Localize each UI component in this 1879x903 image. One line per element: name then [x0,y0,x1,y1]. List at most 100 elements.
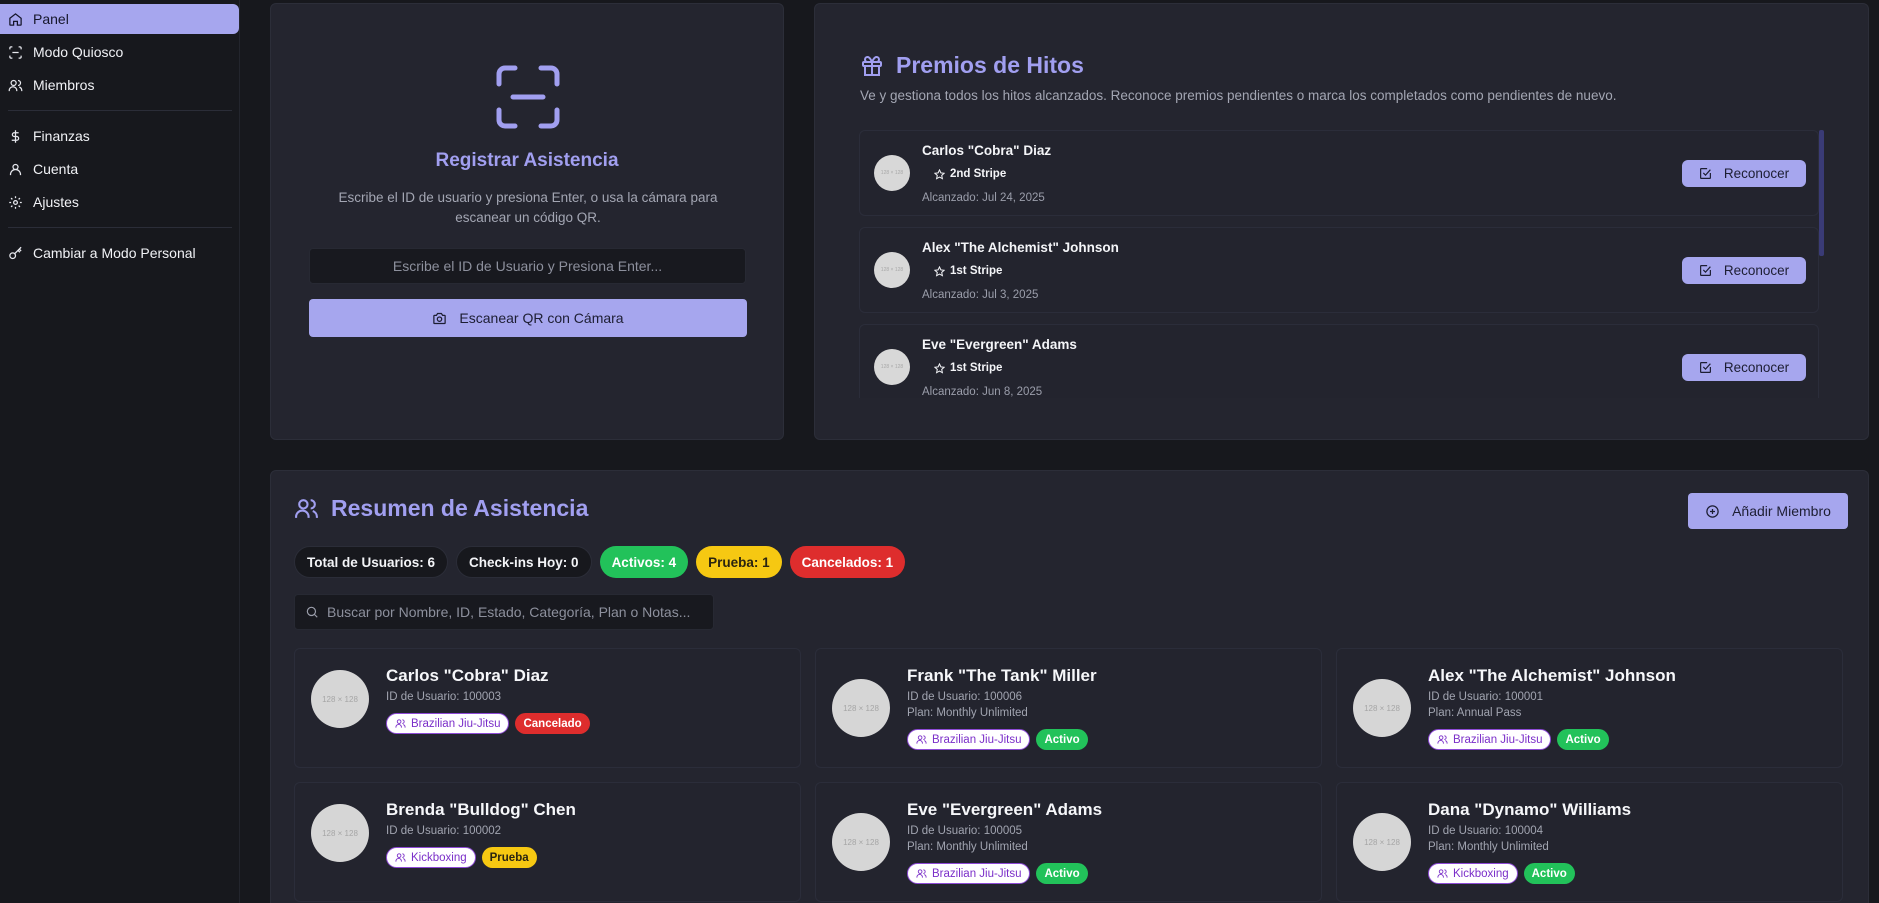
sidebar-item-switch-personal[interactable]: Cambiar a Modo Personal [0,238,239,268]
avatar: 128 × 128 [311,804,369,862]
milestone-row: 128 × 128 Alex "The Alchemist" Johnson 1… [859,227,1819,313]
checkins-today-badge: Check-ins Hoy: 0 [456,546,592,578]
checkbox-icon [1699,265,1711,276]
home-icon [9,12,22,26]
sidebar-item-label: Finanzas [33,128,90,144]
milestone-award-label: 2nd Stripe [950,168,1007,180]
member-card[interactable]: 128 × 128 Frank "The Tank" Miller ID de … [815,648,1322,768]
sidebar-item-label: Miembros [33,77,95,93]
sidebar-item-account[interactable]: Cuenta [0,154,239,184]
summary-header: Resumen de Asistencia [294,495,588,522]
search-input[interactable] [327,604,713,620]
users-icon [395,853,406,862]
member-plan: Plan: Monthly Unlimited [1428,841,1549,853]
member-plan: Plan: Monthly Unlimited [907,841,1028,853]
member-card[interactable]: 128 × 128 Brenda "Bulldog" Chen ID de Us… [294,782,801,902]
sidebar-item-label: Cuenta [33,161,79,177]
member-id: ID de Usuario: 100001 [1428,691,1544,703]
sidebar-item-members[interactable]: Miembros [0,70,239,100]
member-id: ID de Usuario: 100003 [386,691,502,703]
members-grid: 128 × 128 Carlos "Cobra" Diaz ID de Usua… [294,648,1843,902]
milestones-card: Premios de Hitos Ve y gestiona todos los… [814,3,1869,440]
avatar: 128 × 128 [874,349,910,385]
avatar: 128 × 128 [874,252,910,288]
milestones-title: Premios de Hitos [896,52,1084,78]
checkin-description: Escribe el ID de usuario y presiona Ente… [338,190,718,225]
qr-scan-icon [496,65,560,129]
member-name: Carlos "Cobra" Diaz [386,666,549,685]
acknowledge-button[interactable]: Reconocer [1682,257,1806,284]
add-member-button[interactable]: Añadir Miembro [1688,493,1848,529]
acknowledge-label: Reconocer [1723,166,1790,181]
checkbox-icon [1699,362,1711,373]
users-icon [1437,735,1448,744]
member-id: ID de Usuario: 100002 [386,825,502,837]
milestone-date: Alcanzado: Jul 3, 2025 [922,289,1039,301]
scan-qr-button[interactable]: Escanear QR con Cámara [309,299,747,337]
milestone-member-name: Alex "The Alchemist" Johnson [922,240,1119,255]
member-tags: Brazilian Jiu-Jitsu Activo [907,729,1088,750]
avatar: 128 × 128 [874,155,910,191]
stats-badges: Total de Usuarios: 6 Check-ins Hoy: 0 Ac… [294,546,906,578]
users-icon [395,719,406,728]
dollar-icon [11,129,20,143]
total-users-badge: Total de Usuarios: 6 [294,546,449,578]
milestones-scrollbar[interactable] [1819,130,1824,256]
milestone-award: 2nd Stripe [934,168,1006,180]
acknowledge-label: Reconocer [1723,263,1790,278]
summary-title: Resumen de Asistencia [331,495,589,521]
checkin-card: Registrar Asistencia Escribe el ID de us… [270,3,784,440]
member-name: Brenda "Bulldog" Chen [386,800,576,819]
sidebar-item-panel[interactable]: Panel [0,4,239,34]
member-tags: Brazilian Jiu-Jitsu Cancelado [386,713,590,734]
acknowledge-button[interactable]: Reconocer [1682,160,1806,187]
checkin-title: Registrar Asistencia [435,150,619,171]
star-icon [934,362,945,374]
status-badge: Activo [1036,863,1088,884]
member-name: Frank "The Tank" Miller [907,666,1097,685]
key-icon [9,246,22,259]
member-name: Alex "The Alchemist" Johnson [1428,666,1676,685]
users-icon [1437,869,1448,878]
acknowledge-button[interactable]: Reconocer [1682,354,1806,381]
member-card[interactable]: 128 × 128 Dana "Dynamo" Williams ID de U… [1336,782,1843,902]
checkbox-icon [1699,168,1711,179]
sidebar-item-label: Modo Quiosco [33,44,124,60]
member-tags: Kickboxing Activo [1428,863,1575,884]
user-id-input[interactable] [309,248,746,284]
avatar: 128 × 128 [832,679,890,737]
sidebar-item-label: Panel [33,11,69,27]
member-id: ID de Usuario: 100005 [907,825,1023,837]
milestones-list[interactable]: 128 × 128 Carlos "Cobra" Diaz 2nd Stripe… [859,130,1819,398]
sidebar-item-kiosk[interactable]: Modo Quiosco [0,37,239,67]
gift-icon [862,55,882,76]
status-badge: Cancelado [515,713,590,734]
status-badge: Activo [1523,863,1575,884]
category-tag: Brazilian Jiu-Jitsu [1428,729,1552,750]
sidebar-item-finances[interactable]: Finanzas [0,121,239,151]
attendance-summary-card: Resumen de Asistencia Añadir Miembro Tot… [270,470,1869,903]
member-card[interactable]: 128 × 128 Alex "The Alchemist" Johnson I… [1336,648,1843,768]
member-card[interactable]: 128 × 128 Carlos "Cobra" Diaz ID de Usua… [294,648,801,768]
users-icon [916,735,927,744]
milestone-date: Alcanzado: Jul 24, 2025 [922,192,1045,204]
sidebar-divider [8,110,232,111]
scan-icon [9,45,22,59]
active-badge: Activos: 4 [599,546,689,578]
category-label: Brazilian Jiu-Jitsu [1453,733,1543,746]
milestone-member-name: Carlos "Cobra" Diaz [922,143,1052,158]
cancelled-badge: Cancelados: 1 [789,546,906,578]
sidebar-item-settings[interactable]: Ajustes [0,187,239,217]
member-tags: Brazilian Jiu-Jitsu Activo [1428,729,1609,750]
member-name: Eve "Evergreen" Adams [907,800,1103,819]
milestone-row: 128 × 128 Eve "Evergreen" Adams 1st Stri… [859,324,1819,398]
milestones-description: Ve y gestiona todos los hitos alcanzados… [860,88,1617,103]
avatar: 128 × 128 [1353,679,1411,737]
milestone-member-name: Eve "Evergreen" Adams [922,337,1077,352]
users-icon [8,79,23,91]
member-card[interactable]: 128 × 128 Eve "Evergreen" Adams ID de Us… [815,782,1322,902]
milestone-date: Alcanzado: Jun 8, 2025 [922,386,1043,398]
member-tags: Brazilian Jiu-Jitsu Activo [907,863,1088,884]
milestone-award: 1st Stripe [934,265,1002,277]
users-icon [295,499,318,518]
